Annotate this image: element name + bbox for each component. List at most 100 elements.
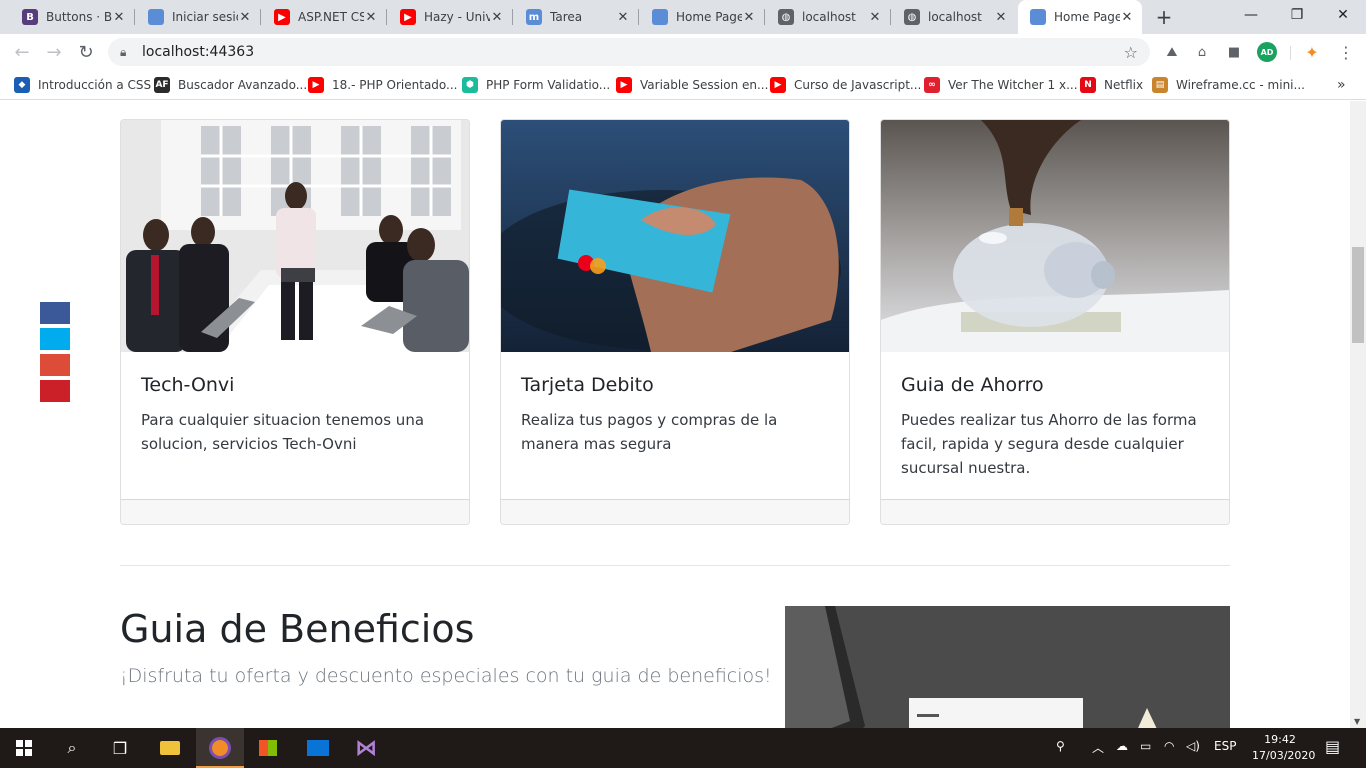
close-tab-icon[interactable]: ✕ — [364, 9, 378, 25]
close-tab-icon[interactable]: ✕ — [868, 9, 882, 25]
bookmark-star-icon[interactable]: ☆ — [1124, 43, 1138, 62]
bookmarks-bar: ◆ Introducción a CSS AF Buscador Avanzado..… — [0, 70, 1366, 100]
section-lead: ¡Disfruta tu oferta y descuento especial… — [120, 665, 772, 687]
card-footer — [501, 499, 849, 524]
tab[interactable]: ◍ localhost ✕ — [892, 0, 1016, 34]
metamask-icon[interactable]: ✦ — [1302, 42, 1322, 62]
tab-separator — [386, 9, 387, 25]
menu-icon[interactable]: ⋮ — [1336, 42, 1356, 62]
bookmark-item[interactable]: ▶ Variable Session en... — [616, 77, 768, 93]
laptop-desk-photo — [785, 606, 1230, 728]
bookmark-label: Buscador Avanzado... — [178, 78, 308, 92]
forward-icon[interactable]: → — [42, 40, 66, 64]
back-icon[interactable]: ← — [10, 40, 34, 64]
infinity-icon: ∞ — [924, 77, 940, 93]
volume-icon[interactable]: ◁) — [1186, 739, 1200, 753]
visual-studio-icon[interactable]: ⋈ — [342, 728, 390, 768]
card-title: Guia de Ahorro — [901, 374, 1044, 396]
piggy-bank-photo — [881, 120, 1229, 352]
task-view-icon[interactable]: ❒ — [96, 728, 144, 768]
pinterest-share-button[interactable] — [40, 380, 70, 402]
card-footer — [121, 499, 469, 524]
tab-title: ASP.NET CS — [298, 10, 364, 24]
extension-icon[interactable]: ⛰ — [1162, 42, 1182, 62]
tab[interactable]: ◍ localhost ✕ — [766, 0, 890, 34]
page-scrollbar[interactable]: ▼ — [1350, 101, 1366, 728]
bookmark-item[interactable]: N Netflix — [1080, 77, 1143, 93]
close-tab-icon[interactable]: ✕ — [112, 9, 126, 25]
close-window-button[interactable]: ✕ — [1320, 0, 1366, 30]
windows-taskbar: ⌕ ❒ ⋈ ⚲ ︿ ☁ ▭ ◠ ◁) ESP 19:42 17/03/2020 … — [0, 728, 1366, 768]
maximize-button[interactable]: ❐ — [1274, 0, 1320, 30]
network-error-icon[interactable]: ☁ — [1116, 739, 1128, 753]
reload-icon[interactable]: ↻ — [74, 40, 98, 64]
show-hidden-icons[interactable]: ︿ — [1092, 739, 1104, 756]
bookmark-label: 18.- PHP Orientado... — [332, 78, 458, 92]
twitter-share-button[interactable] — [40, 328, 70, 350]
tab[interactable]: m Tarea ✕ — [514, 0, 638, 34]
file-explorer-icon[interactable] — [146, 728, 194, 768]
search-icon[interactable]: ⌕ — [48, 728, 96, 768]
tab[interactable]: Home Page ✕ — [640, 0, 764, 34]
extension-icon[interactable]: ⌂ — [1192, 42, 1212, 62]
service-card: Guia de Ahorro Puedes realizar tus Ahorr… — [880, 119, 1230, 525]
youtube-icon: ▶ — [616, 77, 632, 93]
minimize-button[interactable]: — — [1228, 0, 1274, 30]
bookmark-label: Netflix — [1104, 78, 1144, 92]
tab[interactable]: Iniciar sesió ✕ — [136, 0, 260, 34]
tab[interactable]: B Buttons · Bo✕ — [10, 0, 134, 34]
page-icon — [1030, 9, 1046, 25]
globe-icon: ◍ — [778, 9, 794, 25]
scroll-down-arrow-icon[interactable]: ▼ — [1354, 717, 1360, 726]
tab[interactable]: ▶ Hazy - Univ ✕ — [388, 0, 512, 34]
close-tab-icon[interactable]: ✕ — [742, 9, 756, 25]
mail-icon[interactable] — [294, 728, 342, 768]
scrollbar-thumb[interactable] — [1352, 247, 1364, 343]
system-clock[interactable]: 19:42 17/03/2020 — [1252, 732, 1315, 764]
more-bookmarks-icon[interactable]: » — [1337, 77, 1346, 93]
tab-title: localhost — [802, 10, 856, 24]
bookmark-label: Introducción a CSS — [38, 78, 152, 92]
close-tab-icon[interactable]: ✕ — [994, 9, 1008, 25]
battery-icon[interactable]: ▭ — [1140, 739, 1151, 753]
bookmark-item[interactable]: ∞ Ver The Witcher 1 x... — [924, 77, 1078, 93]
youtube-icon: ▶ — [308, 77, 324, 93]
facebook-share-button[interactable] — [40, 302, 70, 324]
bookmark-item[interactable]: ◆ Introducción a CSS — [14, 77, 151, 93]
language-indicator[interactable]: ESP — [1214, 739, 1236, 753]
diamond-icon: ◆ — [14, 77, 30, 93]
close-tab-icon[interactable]: ✕ — [490, 9, 504, 25]
bookmark-label: PHP Form Validatio... — [486, 78, 611, 92]
bookmark-label: Curso de Javascript... — [794, 78, 922, 92]
bookmark-item[interactable]: ⬢ PHP Form Validatio... — [462, 77, 610, 93]
address-bar[interactable]: 🔒︎ localhost:44363 ☆ — [108, 38, 1150, 66]
close-tab-icon[interactable]: ✕ — [1120, 9, 1134, 25]
google-plus-share-button[interactable] — [40, 354, 70, 376]
bootstrap-icon: B — [22, 9, 38, 25]
close-tab-icon[interactable]: ✕ — [616, 9, 630, 25]
tab-separator — [512, 9, 513, 25]
service-card: Tech-Onvi Para cualquier situacion tenem… — [120, 119, 470, 525]
page-content: Tech-Onvi Para cualquier situacion tenem… — [0, 101, 1350, 728]
wireframe-icon: ▤ — [1152, 77, 1168, 93]
notifications-icon[interactable]: ▤ — [1325, 737, 1340, 756]
windows-start-icon[interactable] — [0, 728, 48, 768]
toolbar-divider — [1290, 46, 1291, 60]
tab-title: Iniciar sesió — [172, 10, 238, 24]
tab-separator — [134, 9, 135, 25]
store-icon[interactable] — [244, 728, 292, 768]
browser-icon[interactable] — [196, 728, 244, 768]
bookmark-item[interactable]: AF Buscador Avanzado... — [154, 77, 307, 93]
bookmark-item[interactable]: ▶ Curso de Javascript... — [770, 77, 921, 93]
bookmark-item[interactable]: ▶ 18.- PHP Orientado... — [308, 77, 458, 93]
camera-icon[interactable]: ■ — [1224, 42, 1244, 62]
profile-avatar[interactable]: AD — [1257, 42, 1277, 62]
close-tab-icon[interactable]: ✕ — [238, 9, 252, 25]
bookmark-item[interactable]: ▤ Wireframe.cc - mini... — [1152, 77, 1305, 93]
people-icon[interactable]: ⚲ — [1056, 739, 1065, 753]
tab[interactable]: Home Page ✕ — [1018, 0, 1142, 34]
new-tab-button[interactable]: + — [1152, 5, 1176, 29]
wifi-icon[interactable]: ◠ — [1164, 739, 1174, 753]
card-text: Realiza tus pagos y compras de la manera… — [521, 411, 778, 453]
tab[interactable]: ▶ ASP.NET CS ✕ — [262, 0, 386, 34]
